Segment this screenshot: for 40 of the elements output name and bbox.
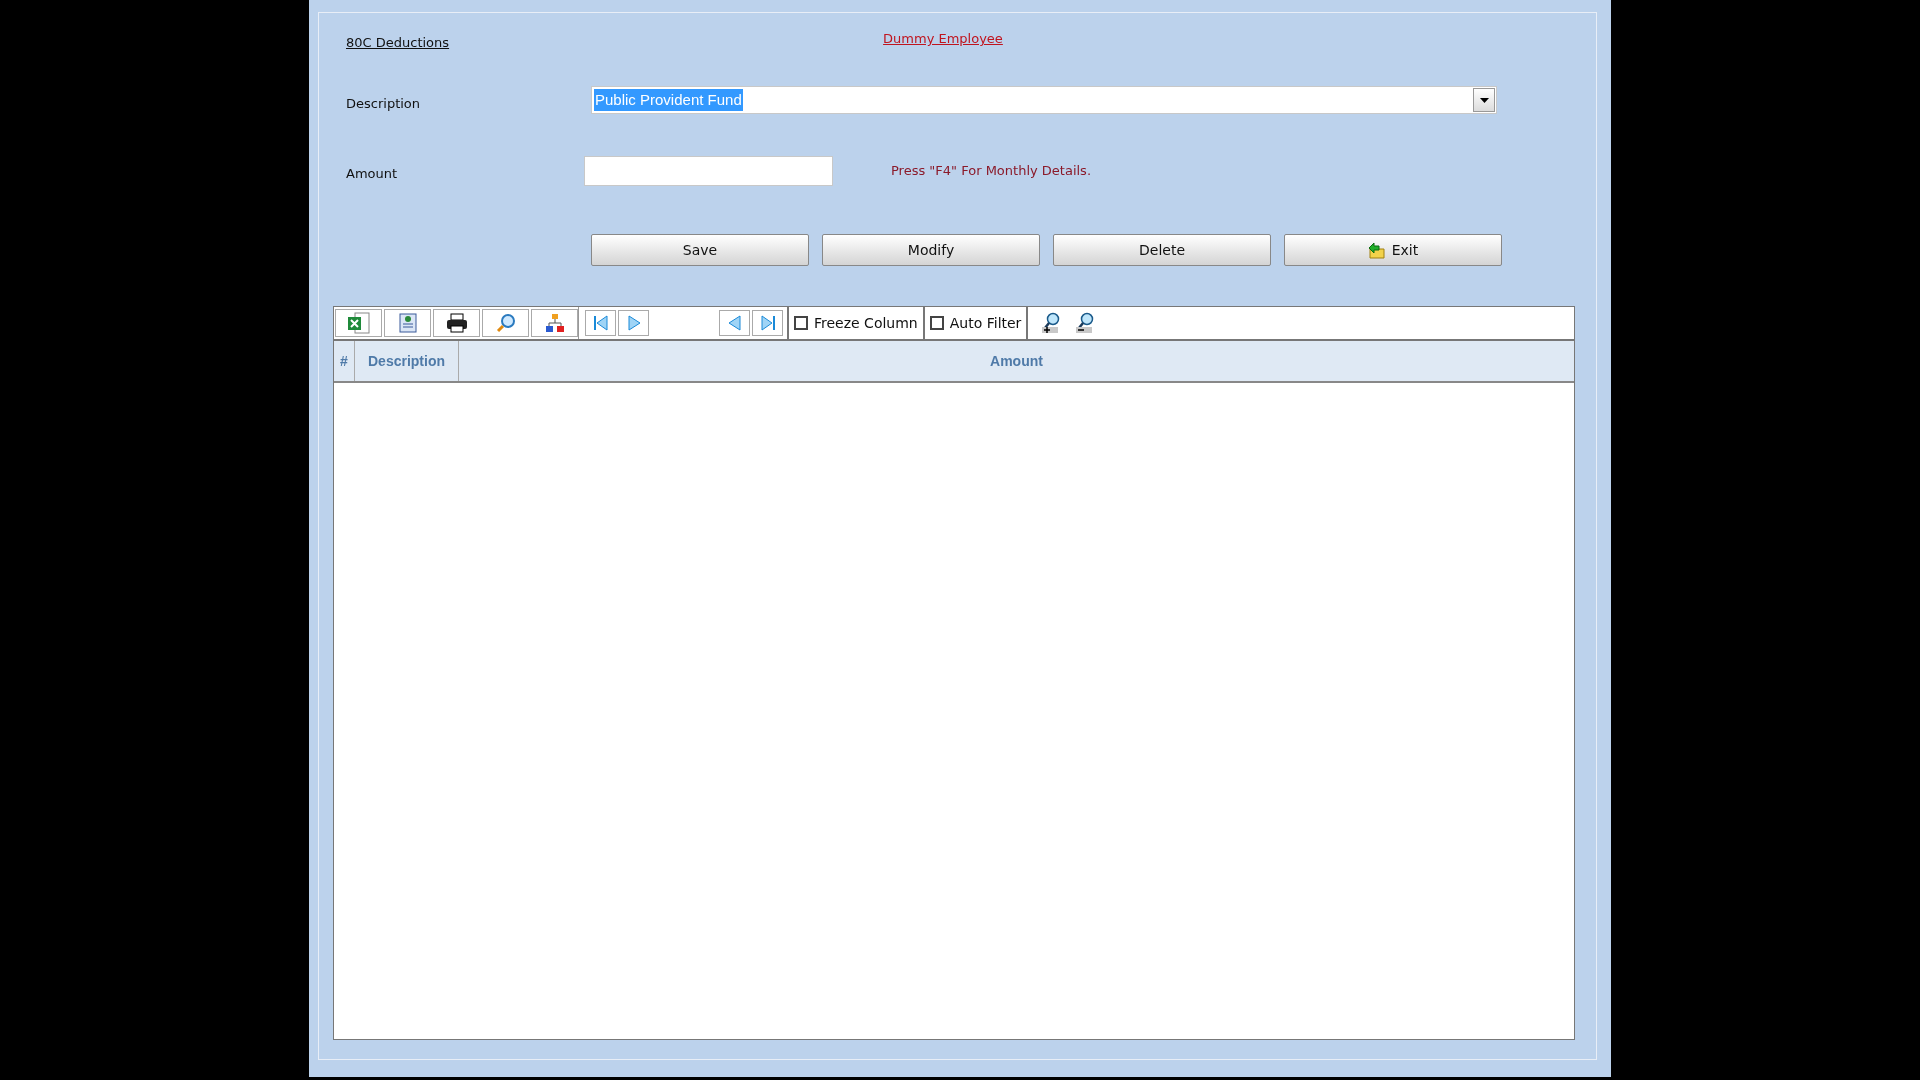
checkbox[interactable] (929, 316, 944, 330)
column-header[interactable]: # (334, 341, 355, 381)
skip-back-icon (592, 315, 609, 331)
description-dropdown[interactable]: Public Provident Fund (591, 86, 1497, 114)
document-icon (398, 313, 417, 333)
spreadsheet-icon (346, 312, 371, 334)
next-record-button[interactable] (618, 310, 649, 336)
hierarchy-button[interactable] (531, 309, 578, 337)
magnifier-icon (495, 313, 516, 333)
printer-icon (445, 313, 468, 333)
folder-arrow-icon (1367, 241, 1386, 259)
previous-record-button[interactable] (719, 310, 750, 336)
last-record-button[interactable] (752, 310, 783, 336)
play-icon (625, 315, 642, 331)
export-html-button[interactable] (384, 309, 431, 337)
column-header[interactable]: Description (355, 341, 459, 381)
print-button[interactable] (433, 309, 480, 337)
checkbox-label: Freeze Column (814, 313, 918, 333)
field-value: Public Provident Fund (594, 88, 743, 112)
skip-forward-icon (759, 315, 776, 331)
hint-text: Press "F4" For Monthly Details. (891, 162, 1091, 181)
checkbox[interactable] (794, 316, 808, 330)
dropdown-arrow-button[interactable] (1473, 88, 1495, 112)
employee-link[interactable]: Dummy Employee (883, 29, 1003, 49)
field-label: Amount (346, 165, 399, 184)
form-title: 80C Deductions (346, 34, 450, 52)
action-button[interactable]: Delete (1053, 234, 1271, 266)
first-record-button[interactable] (585, 310, 616, 336)
search-button[interactable] (482, 309, 529, 337)
amount-field[interactable] (584, 156, 833, 186)
action-button[interactable]: Save (591, 234, 809, 266)
back-arrow-icon (726, 315, 743, 331)
caret-icon (1479, 97, 1489, 103)
hierarchy-icon (544, 313, 565, 333)
exit-button[interactable]: Exit (1284, 234, 1502, 266)
checkbox-label: Auto Filter (949, 313, 1022, 333)
action-button[interactable]: Modify (822, 234, 1040, 266)
export-excel-button[interactable] (335, 309, 382, 337)
column-header[interactable]: Amount (459, 341, 1574, 381)
field-label: Description (346, 95, 422, 114)
